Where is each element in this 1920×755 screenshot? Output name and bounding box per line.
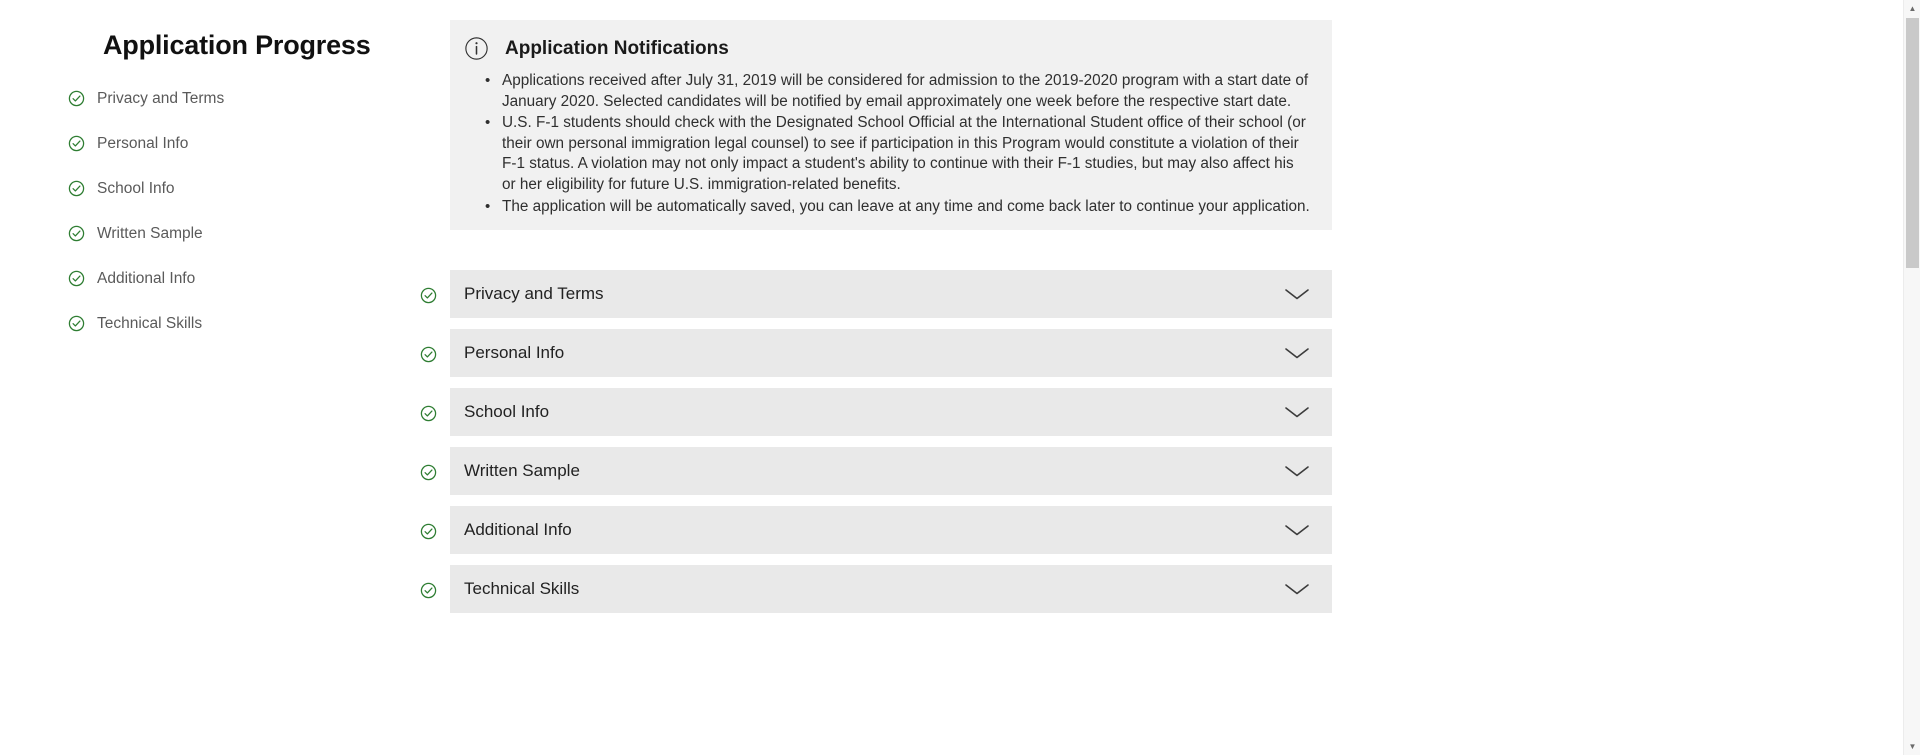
- accordion-label: School Info: [464, 402, 549, 422]
- vertical-scrollbar[interactable]: ▲ ▼: [1903, 0, 1920, 755]
- application-progress-page: Application Progress Privacy and Terms P…: [0, 0, 1920, 755]
- accordion-header-privacy-and-terms[interactable]: Privacy and Terms: [450, 270, 1332, 318]
- notification-text: Applications received after July 31, 201…: [502, 72, 1308, 110]
- notifications-bullet-list: • Applications received after July 31, 20…: [450, 71, 1332, 217]
- chevron-down-icon[interactable]: [1284, 464, 1310, 478]
- check-circle-icon: [68, 135, 85, 152]
- chevron-down-icon[interactable]: [1284, 287, 1310, 301]
- info-circle-icon: [464, 36, 489, 61]
- scroll-down-arrow-icon[interactable]: ▼: [1904, 738, 1920, 755]
- sidebar-item-label: Privacy and Terms: [97, 90, 224, 108]
- bullet-marker: •: [485, 113, 490, 134]
- sidebar-item-technical-skills[interactable]: Technical Skills: [68, 301, 398, 346]
- check-circle-icon: [68, 180, 85, 197]
- sidebar-item-label: School Info: [97, 180, 175, 198]
- sidebar-item-label: Written Sample: [97, 225, 203, 243]
- sidebar-item-personal-info[interactable]: Personal Info: [68, 121, 398, 166]
- notifications-header: Application Notifications: [450, 20, 1332, 65]
- sidebar-item-privacy-and-terms[interactable]: Privacy and Terms: [68, 76, 398, 121]
- main-content: Application Notifications • Applications …: [420, 0, 1900, 755]
- accordion-label: Written Sample: [464, 461, 580, 481]
- check-circle-icon: [420, 582, 437, 599]
- scrollbar-thumb[interactable]: [1906, 18, 1919, 268]
- accordion-label: Additional Info: [464, 520, 572, 540]
- page-title: Application Progress: [103, 30, 371, 61]
- accordion-header-technical-skills[interactable]: Technical Skills: [450, 565, 1332, 613]
- check-circle-icon: [68, 225, 85, 242]
- bullet-marker: •: [485, 71, 490, 92]
- notifications-panel: Application Notifications • Applications …: [450, 20, 1332, 230]
- accordion-row: Personal Info: [420, 329, 1380, 388]
- accordion-label: Personal Info: [464, 343, 564, 363]
- accordion-sections: Privacy and Terms Personal Info: [420, 270, 1380, 624]
- scroll-up-arrow-icon[interactable]: ▲: [1904, 0, 1920, 17]
- chevron-down-icon[interactable]: [1284, 582, 1310, 596]
- accordion-label: Privacy and Terms: [464, 284, 604, 304]
- accordion-row: Technical Skills: [420, 565, 1380, 624]
- notification-bullet: •The application will be automatically s…: [502, 197, 1310, 218]
- sidebar-item-label: Additional Info: [97, 270, 195, 288]
- chevron-down-icon[interactable]: [1284, 523, 1310, 537]
- sidebar-item-label: Technical Skills: [97, 315, 202, 333]
- sidebar: Application Progress Privacy and Terms P…: [0, 0, 420, 755]
- sidebar-item-additional-info[interactable]: Additional Info: [68, 256, 398, 301]
- check-circle-icon: [68, 90, 85, 107]
- notifications-title: Application Notifications: [505, 38, 729, 60]
- accordion-label: Technical Skills: [464, 579, 579, 599]
- check-circle-icon: [68, 315, 85, 332]
- notification-text: The application will be automatically sa…: [502, 198, 1310, 215]
- progress-step-list: Privacy and Terms Personal Info School I…: [68, 76, 398, 346]
- notification-bullet: •U.S. F-1 students should check with the…: [502, 113, 1310, 195]
- check-circle-icon: [420, 405, 437, 422]
- sidebar-item-label: Personal Info: [97, 135, 188, 153]
- bullet-marker: •: [485, 197, 490, 218]
- chevron-down-icon[interactable]: [1284, 346, 1310, 360]
- sidebar-item-school-info[interactable]: School Info: [68, 166, 398, 211]
- check-circle-icon: [420, 287, 437, 304]
- accordion-row: Written Sample: [420, 447, 1380, 506]
- check-circle-icon: [420, 523, 437, 540]
- accordion-header-school-info[interactable]: School Info: [450, 388, 1332, 436]
- accordion-row: School Info: [420, 388, 1380, 447]
- accordion-header-personal-info[interactable]: Personal Info: [450, 329, 1332, 377]
- accordion-row: Additional Info: [420, 506, 1380, 565]
- check-circle-icon: [68, 270, 85, 287]
- accordion-header-written-sample[interactable]: Written Sample: [450, 447, 1332, 495]
- check-circle-icon: [420, 464, 437, 481]
- notification-text: U.S. F-1 students should check with the …: [502, 114, 1306, 193]
- notification-bullet: •Applications received after July 31, 20…: [502, 71, 1310, 112]
- chevron-down-icon[interactable]: [1284, 405, 1310, 419]
- sidebar-item-written-sample[interactable]: Written Sample: [68, 211, 398, 256]
- accordion-row: Privacy and Terms: [420, 270, 1380, 329]
- accordion-header-additional-info[interactable]: Additional Info: [450, 506, 1332, 554]
- check-circle-icon: [420, 346, 437, 363]
